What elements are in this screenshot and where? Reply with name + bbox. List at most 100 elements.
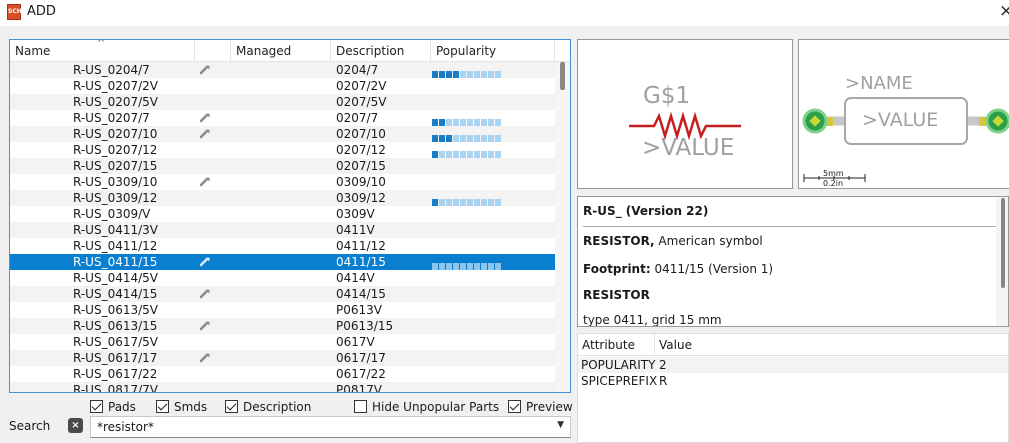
- smds-checkbox[interactable]: Smds: [156, 399, 207, 415]
- table-row[interactable]: R-US_0411/12 0411/12: [10, 238, 555, 254]
- part-description: 0414V: [336, 271, 375, 285]
- popularity-bar: [432, 146, 502, 158]
- part-name: R-US_0207/5V: [73, 95, 159, 109]
- app-icon: SCH: [7, 4, 22, 20]
- table-row[interactable]: R-US_0617/17 0617/17: [10, 350, 555, 366]
- part-description: 0617V: [336, 335, 375, 349]
- part-footprint: Footprint: 0411/15 (Version 1): [583, 262, 774, 276]
- library-tree[interactable]: ^ Name Managed Folder Description Popula…: [9, 39, 571, 393]
- chevron-down-icon[interactable]: ▼: [557, 420, 564, 430]
- table-row[interactable]: R-US_0207/10 0207/10: [10, 126, 555, 142]
- info-scrollbar-thumb[interactable]: [1001, 198, 1005, 288]
- popularity-cell: [467, 71, 473, 78]
- popularity-bar: [432, 114, 502, 126]
- column-header-managed-folder[interactable]: Managed Folder: [231, 40, 331, 80]
- search-input[interactable]: *resistor* ▼: [90, 416, 571, 438]
- part-description: 0411/15: [336, 255, 386, 269]
- pads-checkbox[interactable]: Pads: [90, 399, 136, 415]
- popularity-cell: [467, 199, 473, 206]
- part-title: R-US_ (Version 22): [583, 204, 709, 218]
- symbol-preview: G$1 >VALUE: [577, 39, 793, 189]
- table-row[interactable]: R-US_0411/3V 0411V: [10, 222, 555, 238]
- popularity-cell: [481, 135, 487, 142]
- checkbox-checked-icon: [156, 400, 169, 413]
- part-name: R-US_0617/22: [73, 367, 158, 381]
- table-row[interactable]: R-US_0309/V 0309V: [10, 206, 555, 222]
- popularity-cell: [495, 119, 501, 126]
- tree-scrollbar[interactable]: [555, 62, 570, 392]
- wrench-icon: [198, 350, 212, 366]
- part-name: R-US_0817/7V: [73, 383, 159, 393]
- table-row[interactable]: R-US_0617/22 0617/22: [10, 366, 555, 382]
- table-row[interactable]: R-US_0411/15 0411/15: [10, 254, 555, 270]
- popularity-cell: [453, 151, 459, 158]
- part-description: P0613V: [336, 303, 382, 317]
- sort-ascending-icon: ^: [612, 333, 621, 339]
- part-name: R-US_0207/7: [73, 111, 150, 125]
- table-row[interactable]: R-US_0309/10 0309/10: [10, 174, 555, 190]
- description-checkbox[interactable]: Description: [225, 399, 311, 415]
- table-row[interactable]: R-US_0207/15 0207/15: [10, 158, 555, 174]
- clear-search-icon[interactable]: ×: [68, 418, 83, 433]
- part-description: 0207/12: [336, 143, 386, 157]
- part-name: R-US_0207/12: [73, 143, 158, 157]
- popularity-cell: [481, 71, 487, 78]
- part-description: 0309V: [336, 207, 375, 221]
- part-description: 0617/17: [336, 351, 386, 365]
- symbol-value-label: >VALUE: [642, 135, 735, 161]
- popularity-cell: [474, 119, 480, 126]
- wrench-icon: [198, 62, 212, 78]
- part-description: 0309/10: [336, 175, 386, 189]
- popularity-cell: [474, 199, 480, 206]
- popularity-cell: [481, 263, 487, 270]
- checkbox-checked-icon: [90, 400, 103, 413]
- popularity-cell: [460, 71, 466, 78]
- table-row[interactable]: R-US_0207/5V 0207/5V: [10, 94, 555, 110]
- attribute-row[interactable]: POPULARITY 2: [578, 357, 1008, 373]
- scale-in-label: 0.2in: [823, 179, 844, 188]
- wrench-icon: [198, 110, 212, 126]
- table-row[interactable]: R-US_0414/5V 0414V: [10, 270, 555, 286]
- column-header-value[interactable]: Value: [655, 334, 1008, 356]
- table-row[interactable]: R-US_0204/7 0204/7: [10, 62, 555, 78]
- popularity-cell: [467, 119, 473, 126]
- popularity-cell: [439, 199, 445, 206]
- popularity-cell: [488, 71, 494, 78]
- info-scrollbar[interactable]: [996, 197, 1008, 326]
- table-row[interactable]: R-US_0207/7 0207/7: [10, 110, 555, 126]
- table-row[interactable]: R-US_0414/15 0414/15: [10, 286, 555, 302]
- table-row[interactable]: R-US_0613/5V P0613V: [10, 302, 555, 318]
- popularity-bar: [432, 258, 502, 270]
- part-name: R-US_0617/17: [73, 351, 158, 365]
- table-row[interactable]: R-US_0207/2V 0207/2V: [10, 78, 555, 94]
- popularity-cell: [446, 263, 452, 270]
- sort-ascending-icon: ^: [97, 39, 106, 49]
- hide-unpopular-checkbox[interactable]: Hide Unpopular Parts: [354, 399, 499, 415]
- table-row[interactable]: R-US_0817/7V P0817V: [10, 382, 555, 393]
- part-name: R-US_0613/15: [73, 319, 158, 333]
- part-name: R-US_0617/5V: [73, 335, 159, 349]
- part-description: 0411/12: [336, 239, 386, 253]
- column-header-popularity[interactable]: Popularity: [431, 40, 555, 62]
- close-icon[interactable]: ×: [999, 1, 1009, 21]
- column-header-managed-icon[interactable]: [195, 40, 231, 62]
- popularity-cell: [446, 119, 452, 126]
- tree-scrollbar-thumb[interactable]: [560, 62, 565, 90]
- preview-checkbox[interactable]: Preview: [508, 399, 573, 415]
- popularity-cell: [446, 199, 452, 206]
- part-description: 0207/2V: [336, 79, 387, 93]
- popularity-cell: [453, 263, 459, 270]
- table-row[interactable]: R-US_0617/5V 0617V: [10, 334, 555, 350]
- table-row[interactable]: R-US_0613/15 P0613/15: [10, 318, 555, 334]
- attribute-row[interactable]: SPICEPREFIX R: [578, 373, 1008, 389]
- part-description: 0414/15: [336, 287, 386, 301]
- part-description: 0207/5V: [336, 95, 387, 109]
- column-header-description[interactable]: Description: [331, 40, 431, 62]
- popularity-bar: [432, 66, 502, 78]
- part-name: R-US_0207/15: [73, 159, 158, 173]
- popularity-cell: [439, 71, 445, 78]
- table-row[interactable]: R-US_0207/12 0207/12: [10, 142, 555, 158]
- column-header-name[interactable]: ^ Name: [10, 40, 195, 62]
- popularity-cell: [460, 199, 466, 206]
- table-row[interactable]: R-US_0309/12 0309/12: [10, 190, 555, 206]
